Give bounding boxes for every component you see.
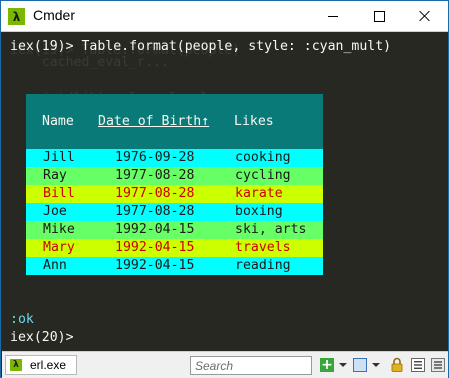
terminal-area[interactable]: iex(19)> Table.format(people) cached_eva…	[2, 32, 448, 351]
chevron-down-icon[interactable]	[372, 363, 380, 367]
cell-name: Joe	[43, 204, 67, 219]
cmder-window: λ Cmder iex(19)> Table.format(people) ca…	[0, 0, 449, 378]
minimize-button[interactable]	[310, 1, 356, 31]
header-name: Name	[42, 114, 74, 129]
menu-icon[interactable]	[431, 358, 445, 372]
console-tab[interactable]: λ erl.exe	[5, 355, 77, 375]
cell-date-of-birth: 1992-04-15	[115, 222, 195, 237]
cell-name: Jill	[43, 150, 75, 165]
command-text: Table.format(people, style: :cyan_mult)	[81, 39, 392, 54]
close-icon	[419, 10, 431, 22]
table-row: Ann 1992-04-15 reading	[26, 257, 323, 275]
command-prompt: iex(19)>	[10, 39, 74, 54]
console-tab-label: erl.exe	[30, 358, 67, 372]
cell-name: Mary	[43, 240, 75, 255]
table-row: Mary 1992-04-15 travels	[26, 239, 323, 257]
ghost-line: cached_eval_r...	[10, 55, 169, 70]
cell-likes: ski, arts	[235, 222, 307, 237]
cell-likes: karate	[235, 186, 283, 201]
cell-date-of-birth: 1977-08-28	[115, 186, 195, 201]
table-row: Jill 1976-09-28 cooking	[26, 149, 323, 167]
cell-likes: travels	[235, 240, 291, 255]
header-date-of-birth: Date of Birth↑	[98, 114, 210, 129]
close-button[interactable]	[402, 1, 448, 31]
table-row: Mike 1992-04-15 ski, arts	[26, 221, 323, 239]
cell-name: Ann	[43, 258, 67, 273]
status-bar: λ erl.exe +	[2, 351, 448, 378]
maximize-icon	[373, 10, 385, 22]
table-row: Ray 1977-08-28 cycling	[26, 167, 323, 185]
minimize-icon	[328, 15, 338, 17]
view-icon[interactable]	[353, 358, 367, 372]
window-title: Cmder	[33, 7, 76, 23]
cell-date-of-birth: 1977-08-28	[115, 168, 195, 183]
header-likes: Likes	[234, 114, 274, 129]
formatted-table: Name Date of Birth↑ Likes Jill 1976-09-28…	[26, 94, 323, 275]
command-line: iex(19)> Table.format(people, style: :cy…	[10, 38, 391, 56]
title-bar[interactable]: λ Cmder	[1, 1, 448, 32]
cell-likes: cooking	[235, 150, 291, 165]
cell-date-of-birth: 1992-04-15	[115, 258, 195, 273]
lambda-icon[interactable]: λ	[8, 8, 25, 25]
list-icon[interactable]	[411, 358, 425, 372]
search-input[interactable]	[190, 356, 312, 375]
cell-date-of-birth: 1977-08-28	[115, 204, 195, 219]
cell-likes: cycling	[235, 168, 291, 183]
maximize-button[interactable]	[356, 1, 402, 31]
lambda-icon: λ	[10, 359, 22, 371]
chevron-down-icon[interactable]	[339, 363, 347, 367]
table-row: Bill 1977-08-28 karate	[26, 185, 323, 203]
next-prompt: iex(20)>	[10, 330, 74, 345]
cell-likes: boxing	[235, 204, 283, 219]
plus-icon[interactable]: +	[320, 357, 334, 373]
cell-date-of-birth: 1976-09-28	[115, 150, 195, 165]
cell-date-of-birth: 1992-04-15	[115, 240, 195, 255]
cell-name: Bill	[43, 186, 75, 201]
result-ok: :ok	[10, 312, 34, 327]
cell-likes: reading	[235, 258, 291, 273]
cell-name: Ray	[43, 168, 67, 183]
table-row: Joe 1977-08-28 boxing	[26, 203, 323, 221]
lock-icon[interactable]	[391, 357, 403, 372]
cell-name: Mike	[43, 222, 75, 237]
